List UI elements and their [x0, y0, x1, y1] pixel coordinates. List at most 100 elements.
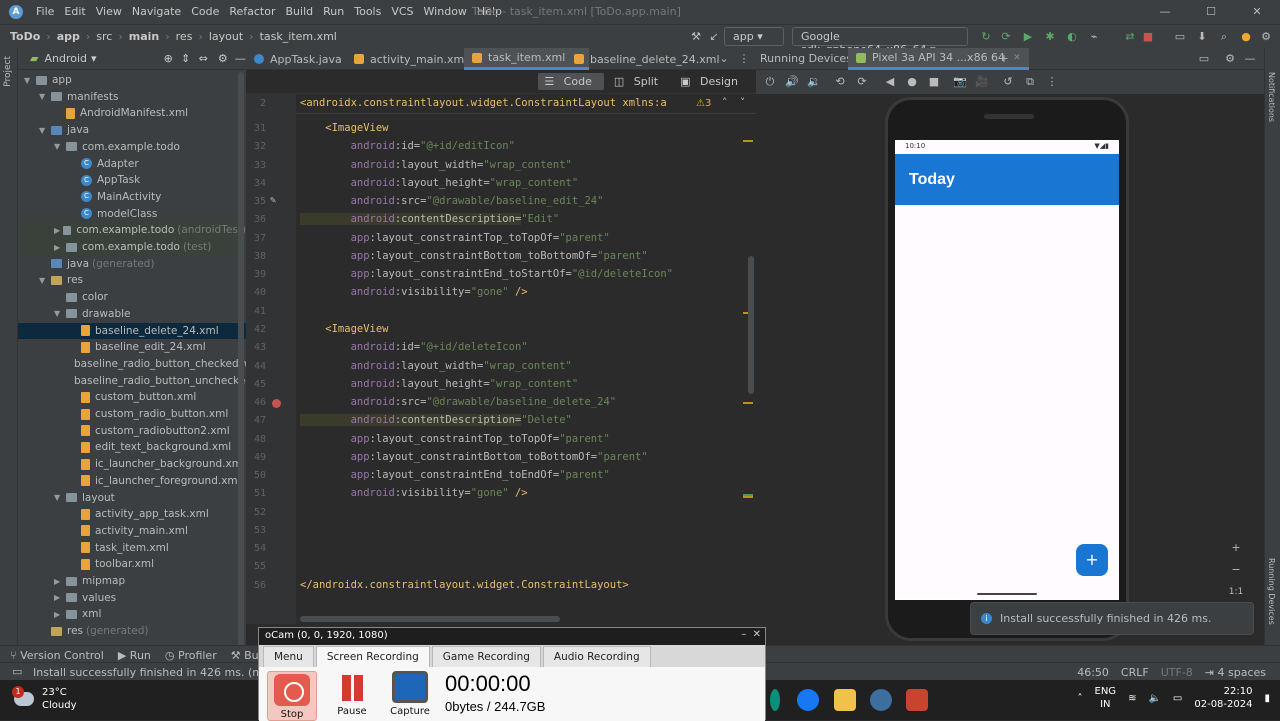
project-scrollbar[interactable] [238, 72, 244, 652]
ocam-minimize-icon[interactable]: – [741, 629, 746, 640]
tree-item[interactable]: activity_main.xml [18, 523, 246, 539]
run-icon[interactable]: ▶ [1020, 29, 1036, 45]
tree-item[interactable]: res (generated) [18, 623, 246, 639]
next-highlight-icon[interactable]: ˅ [740, 97, 745, 109]
window-icon[interactable]: ▭ [1196, 51, 1212, 67]
tabs-dropdown-icon[interactable]: ⌄ [716, 51, 732, 67]
code-line[interactable]: android:visibility="gone" /> [300, 286, 528, 298]
code-line[interactable]: app:layout_constraintEnd_toEndOf="parent… [300, 469, 610, 481]
ocam-close-icon[interactable]: ✕ [753, 629, 761, 640]
maximize-icon[interactable]: ☐ [1188, 0, 1234, 24]
zoom-out-icon[interactable]: − [1228, 562, 1244, 578]
ocam-pause-button[interactable]: Pause [327, 671, 377, 717]
menu-tools[interactable]: Tools [354, 5, 381, 18]
tree-item[interactable]: activity_app_task.xml [18, 506, 246, 522]
minimize-icon[interactable]: — [1142, 0, 1188, 24]
settings-icon[interactable]: ⚙ [1258, 29, 1274, 45]
tree-item[interactable]: java (generated) [18, 256, 246, 272]
code-line[interactable]: android:layout_width="wrap_content" [300, 159, 572, 171]
app-icon[interactable] [770, 689, 780, 711]
code-line[interactable]: app:layout_constraintTop_toTopOf="parent… [300, 433, 610, 445]
code-line[interactable]: app:layout_constraintBottom_toBottomOf="… [300, 250, 648, 262]
zoom-in-icon[interactable]: + [1228, 540, 1244, 556]
back-icon[interactable]: ◀ [882, 74, 898, 90]
tree-item[interactable]: ic_launcher_background.xml [18, 456, 246, 472]
attach-debugger-icon[interactable]: ⌁ [1086, 29, 1102, 45]
tree-item[interactable]: toolbar.xml [18, 556, 246, 572]
add-device-icon[interactable]: + [996, 51, 1012, 67]
tree-item[interactable]: ▶ values [18, 590, 246, 606]
code-line[interactable]: app:layout_constraintBottom_toBottomOf="… [300, 451, 648, 463]
overview-icon[interactable]: ■ [926, 74, 942, 90]
mirror-icon[interactable]: ⧉ [1022, 74, 1038, 90]
speaker-icon[interactable]: 🔈 [1148, 693, 1160, 704]
volume-up-icon[interactable]: 🔊 [784, 74, 800, 90]
menu-run[interactable]: Run [323, 5, 344, 18]
ocam-capture-button[interactable]: Capture [385, 671, 435, 717]
breadcrumb-item[interactable]: src [96, 30, 112, 43]
gesture-home-bar[interactable] [977, 593, 1037, 595]
tree-item[interactable]: ▼ drawable [18, 306, 246, 322]
line-separator[interactable]: CRLF [1121, 666, 1149, 679]
back-arrow-icon[interactable]: ↙ [706, 29, 722, 45]
update-icon[interactable]: ● [1238, 29, 1254, 45]
file-explorer-icon[interactable] [834, 689, 856, 711]
collapsed-arrow-icon[interactable]: ▶ [54, 243, 66, 252]
ocam-tab-menu[interactable]: Menu [263, 646, 314, 667]
sync-icon[interactable]: ⇄ [1122, 29, 1138, 45]
tree-item[interactable]: baseline_delete_24.xml [18, 322, 246, 339]
tree-item[interactable]: custom_radio_button.xml [18, 406, 246, 422]
design-mode-button[interactable]: ▣ Design [674, 73, 750, 90]
warning-marker[interactable] [743, 402, 753, 404]
collapsed-arrow-icon[interactable]: ▶ [54, 610, 66, 619]
editor-scrollbar[interactable] [748, 256, 754, 394]
rotate-left-icon[interactable]: ⟲ [832, 74, 848, 90]
screenshot-icon[interactable]: 📷 [952, 74, 968, 90]
install-notification[interactable]: i Install successfully finished in 426 m… [970, 602, 1254, 635]
tree-item[interactable]: custom_button.xml [18, 389, 246, 405]
tree-item[interactable]: ▼ java [18, 122, 246, 138]
warning-icon[interactable]: ⚠3 [696, 98, 711, 109]
tree-item[interactable]: C AppTask [18, 172, 246, 188]
tree-item[interactable]: task_item.xml [18, 540, 246, 556]
notifications-tool-tab[interactable]: Notifications [1267, 72, 1276, 122]
rerun-icon[interactable]: ↻ [978, 29, 994, 45]
add-task-fab[interactable]: + [1076, 544, 1108, 576]
code-line[interactable]: android:visibility="gone" /> [300, 487, 528, 499]
breadcrumb-item[interactable]: res [176, 30, 193, 43]
expanded-arrow-icon[interactable]: ▼ [54, 309, 66, 318]
reset-icon[interactable]: ↺ [1000, 74, 1016, 90]
menu-vcs[interactable]: VCS [391, 5, 413, 18]
tree-item[interactable]: C MainActivity [18, 189, 246, 205]
screen-record-icon[interactable]: 🎥 [974, 74, 990, 90]
menu-edit[interactable]: Edit [64, 5, 85, 18]
stop-icon[interactable]: ■ [1140, 29, 1156, 45]
code-editor[interactable]: 31 32 33 34 35 36 37 38 39 40 41 42 43 44 45 46 47 48 49 50… [246, 94, 756, 624]
hide-panel-icon[interactable]: — [235, 51, 247, 67]
breakpoint-icon[interactable] [272, 399, 281, 409]
menu-build[interactable]: Build [286, 5, 314, 18]
more-tabs-icon[interactable]: ⋮ [736, 51, 752, 67]
tree-item[interactable]: ▶ com.example.todo (androidTest) [18, 222, 246, 239]
code-line[interactable]: android:layout_height="wrap_content" [300, 177, 579, 189]
project-view-select[interactable]: Android [44, 52, 87, 65]
debug-icon[interactable]: ✱ [1042, 29, 1058, 45]
tree-item[interactable]: custom_radiobutton2.xml [18, 423, 246, 439]
menu-code[interactable]: Code [191, 5, 219, 18]
expanded-arrow-icon[interactable]: ▼ [39, 126, 51, 135]
tree-item[interactable]: ▼ manifests [18, 89, 246, 105]
code-line[interactable]: app:layout_constraintTop_toTopOf="parent… [300, 232, 610, 244]
expanded-arrow-icon[interactable]: ▼ [39, 92, 51, 101]
weather-widget[interactable]: 1 23°C Cloudy [12, 686, 76, 712]
version-control-tool[interactable]: ⑂ Version Control [10, 649, 104, 662]
running-devices-tool-tab[interactable]: Running Devices [1267, 558, 1276, 625]
phone-screen[interactable]: 10:10 ▼◢▮ Today + [895, 140, 1119, 600]
tree-item[interactable]: ▶ mipmap [18, 573, 246, 589]
rd-hide-icon[interactable]: — [1242, 51, 1258, 67]
device-select[interactable]: Google sdk_gphone64_x86_64 ▾ [792, 27, 968, 56]
menu-navigate[interactable]: Navigate [132, 5, 181, 18]
actual-size-icon[interactable]: 1:1 [1228, 584, 1244, 600]
breadcrumb-item[interactable]: app [57, 30, 80, 43]
code-line[interactable]: <ImageView [300, 122, 388, 134]
ocam-tab-screen-recording[interactable]: Screen Recording [315, 646, 430, 667]
